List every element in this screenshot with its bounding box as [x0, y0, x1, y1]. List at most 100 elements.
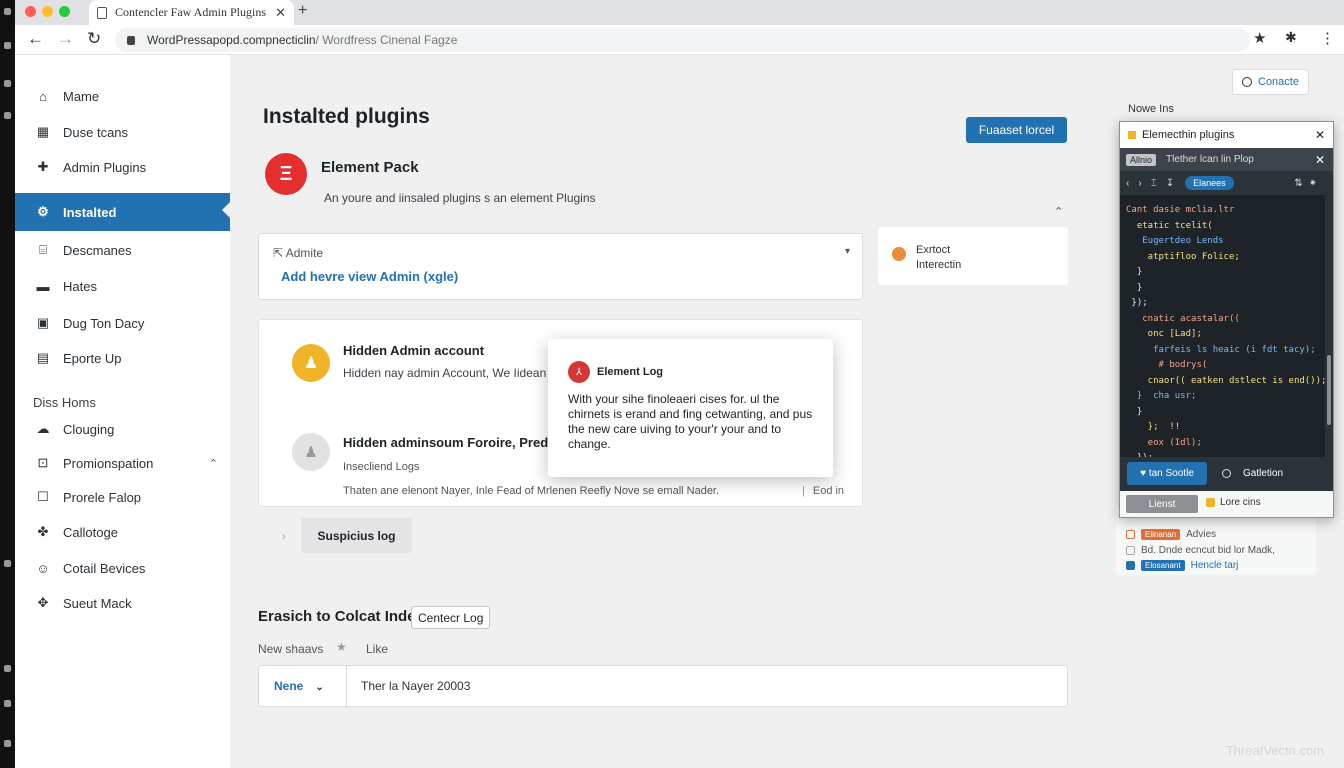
close-window-icon[interactable]	[25, 6, 36, 17]
primary-action-button[interactable]: Fuaaset lorcel	[966, 117, 1067, 143]
hidden-admin-profile-description: Thaten ane elenont Nayer, Inle Fead of M…	[343, 485, 720, 497]
sidebar-item-label: Promionspation	[63, 455, 154, 471]
log-badge: Elosanant	[1141, 560, 1185, 571]
element-log-icon: ⅄	[568, 361, 590, 383]
checkbox[interactable]	[1126, 530, 1135, 539]
reload-icon[interactable]: ↻	[87, 29, 101, 49]
checkbox[interactable]	[1126, 546, 1135, 555]
dock-icon[interactable]	[4, 80, 11, 87]
sidebar-section-heading: Diss Homs	[33, 395, 96, 410]
close-icon[interactable]: ✕	[1315, 128, 1325, 142]
calendar-icon: ▣	[36, 315, 50, 330]
chevron-down-icon[interactable]: ▾	[845, 246, 850, 257]
contact-button[interactable]: Conacte	[1232, 69, 1309, 95]
scrollbar-thumb[interactable]	[1327, 355, 1331, 425]
sidebar-item-installed[interactable]: ⚙ Instalted	[15, 193, 230, 231]
editor-tab-bar: Allnio Tlether lcan lin Plop ✕	[1120, 148, 1333, 171]
sidebar-item-label: Descmanes	[63, 242, 132, 258]
back-icon[interactable]: ←	[27, 29, 44, 49]
close-icon[interactable]: ✕	[1315, 153, 1325, 167]
sidebar-item-eporte-up[interactable]: ▤ Eporte Up	[15, 340, 230, 376]
document-icon: ⌸	[39, 242, 47, 257]
dock-icon[interactable]	[4, 665, 11, 672]
end-in-link[interactable]: Eod in	[802, 485, 844, 497]
dock-icon[interactable]	[4, 8, 11, 15]
admin-card-label: ⇱ Admite	[273, 246, 324, 260]
back-icon[interactable]: ‹	[1126, 178, 1129, 189]
elements-pill-button[interactable]: Elanees	[1185, 176, 1234, 190]
contact-icon	[1242, 77, 1252, 87]
dock-icon[interactable]	[4, 740, 11, 747]
center-log-button[interactable]: Centecr Log	[411, 606, 491, 629]
list-item[interactable]: Elosanant Hencle tarj	[1126, 560, 1238, 571]
sidebar-item-sueut-mack[interactable]: ✥ Sueut Mack	[15, 585, 230, 621]
folder-icon: ▬	[36, 278, 50, 294]
extract-card[interactable]: Exrtoct Interectin	[878, 227, 1068, 285]
smile-icon: ☺	[36, 560, 50, 576]
new-tab-icon[interactable]: +	[298, 2, 307, 20]
code-area[interactable]: Cant dasie mclia.ltr etatic tcelit( Euge…	[1120, 195, 1325, 457]
sidebar-item-dug-ton-dacy[interactable]: ▣ Dug Ton Dacy	[15, 305, 230, 341]
list-item[interactable]: Bd. Dnde ecncut bid lor Madk,	[1126, 545, 1275, 556]
code-line: farfeis ls heaic (i fdt tacy);	[1126, 344, 1316, 355]
sidebar-item-clouging[interactable]: ☁ Clouging	[15, 411, 230, 447]
minimize-window-icon[interactable]	[42, 6, 53, 17]
code-line: }; !!	[1126, 422, 1181, 432]
checkbox[interactable]	[1126, 561, 1135, 570]
filter-select[interactable]: Nene ⌄	[274, 679, 324, 693]
element-pack-logo-icon: Ξ	[265, 153, 307, 195]
sidebar-item-duse[interactable]: ▦ Duse tcans	[15, 114, 230, 150]
bookmark-star-icon[interactable]: ★	[1253, 29, 1266, 47]
page-icon	[97, 6, 107, 19]
sidebar-item-label: Admin Plugins	[63, 159, 147, 175]
collapse-caret-icon[interactable]: ⌃	[1054, 205, 1063, 218]
list-item[interactable]: Elinanan Advies	[1126, 529, 1216, 540]
dock-icon[interactable]	[4, 560, 11, 567]
add-admin-link[interactable]: Add hevre view Admin (xgle)	[281, 269, 458, 284]
scrollbar[interactable]	[1325, 195, 1333, 457]
chevron-up-icon[interactable]: ⌃	[209, 457, 218, 470]
text-cursor-icon[interactable]: ⌶	[1151, 178, 1157, 189]
sidebar-item-prorele-falop[interactable]: ☐ Prorele Falop	[15, 479, 230, 515]
address-bar[interactable]: WordPressapopd.compnecticlin / Wordfress…	[115, 28, 1250, 52]
lock-icon	[127, 35, 135, 45]
dock-icon[interactable]	[4, 112, 11, 119]
menu-dots-icon[interactable]: ⋮	[1320, 29, 1335, 47]
log-badge: Elinanan	[1141, 529, 1181, 540]
sidebar-item-label: Instalted	[63, 204, 117, 220]
window-titlebar: Elemecthin plugins ✕	[1120, 122, 1333, 148]
url-host: WordPressapopd.compnecticlin	[147, 33, 316, 47]
editor-tab-chip[interactable]: Allnio	[1126, 153, 1157, 166]
sidebar-item-hates[interactable]: ▬ Hates	[15, 268, 230, 304]
cancel-button[interactable]: Gatletion	[1220, 462, 1320, 485]
forward-icon[interactable]: →	[57, 29, 74, 49]
like-link[interactable]: Like	[366, 642, 388, 656]
url-path: / Wordfress Cinenal Fagze	[315, 33, 458, 47]
close-tab-icon[interactable]: ✕	[275, 5, 286, 21]
dock-icon[interactable]	[4, 700, 11, 707]
sort-settings-icon[interactable]: ⇅⁕	[1294, 178, 1323, 189]
star-icon[interactable]: ★	[336, 640, 347, 654]
sidebar-item-admin-plugins[interactable]: ✚ Admin Plugins	[15, 149, 230, 185]
code-line: Eugertdeo Lends	[1126, 236, 1224, 246]
maximize-window-icon[interactable]	[59, 6, 70, 17]
sidebar-item-callotoge[interactable]: ✤ Callotoge	[15, 514, 230, 550]
suspicious-log-button[interactable]: Suspicius log	[301, 518, 412, 553]
dock-icon[interactable]	[4, 42, 11, 49]
save-button[interactable]: ♥ tan Sootle	[1127, 462, 1207, 485]
code-line: # bodrys(	[1126, 360, 1208, 370]
editor-tab-label[interactable]: Tlether lcan lin Plop	[1166, 154, 1254, 165]
gear-icon: ⚙	[37, 204, 49, 219]
license-button[interactable]: Lienst	[1126, 495, 1198, 513]
chevron-right-icon[interactable]: ›	[282, 531, 286, 543]
notes-label: Nowe Ins	[1128, 103, 1174, 115]
sidebar-item-cotail-bevices[interactable]: ☺ Cotail Bevices	[15, 550, 230, 586]
sidebar-item-descmanes[interactable]: ⌸ Descmanes	[15, 232, 230, 268]
forward-icon[interactable]: ›	[1138, 178, 1141, 189]
download-icon[interactable]: ↧	[1166, 178, 1174, 189]
extension-icon[interactable]: ✱	[1285, 29, 1297, 46]
sidebar-item-promionspation[interactable]: ⊡ Promionspation ⌃	[15, 445, 230, 481]
sidebar-item-home[interactable]: ⌂ Mame	[15, 78, 230, 114]
watermark: ThreatVectn.com	[1225, 743, 1324, 758]
browser-tab[interactable]: Contencler Faw Admin Plugins ✕	[89, 0, 294, 25]
